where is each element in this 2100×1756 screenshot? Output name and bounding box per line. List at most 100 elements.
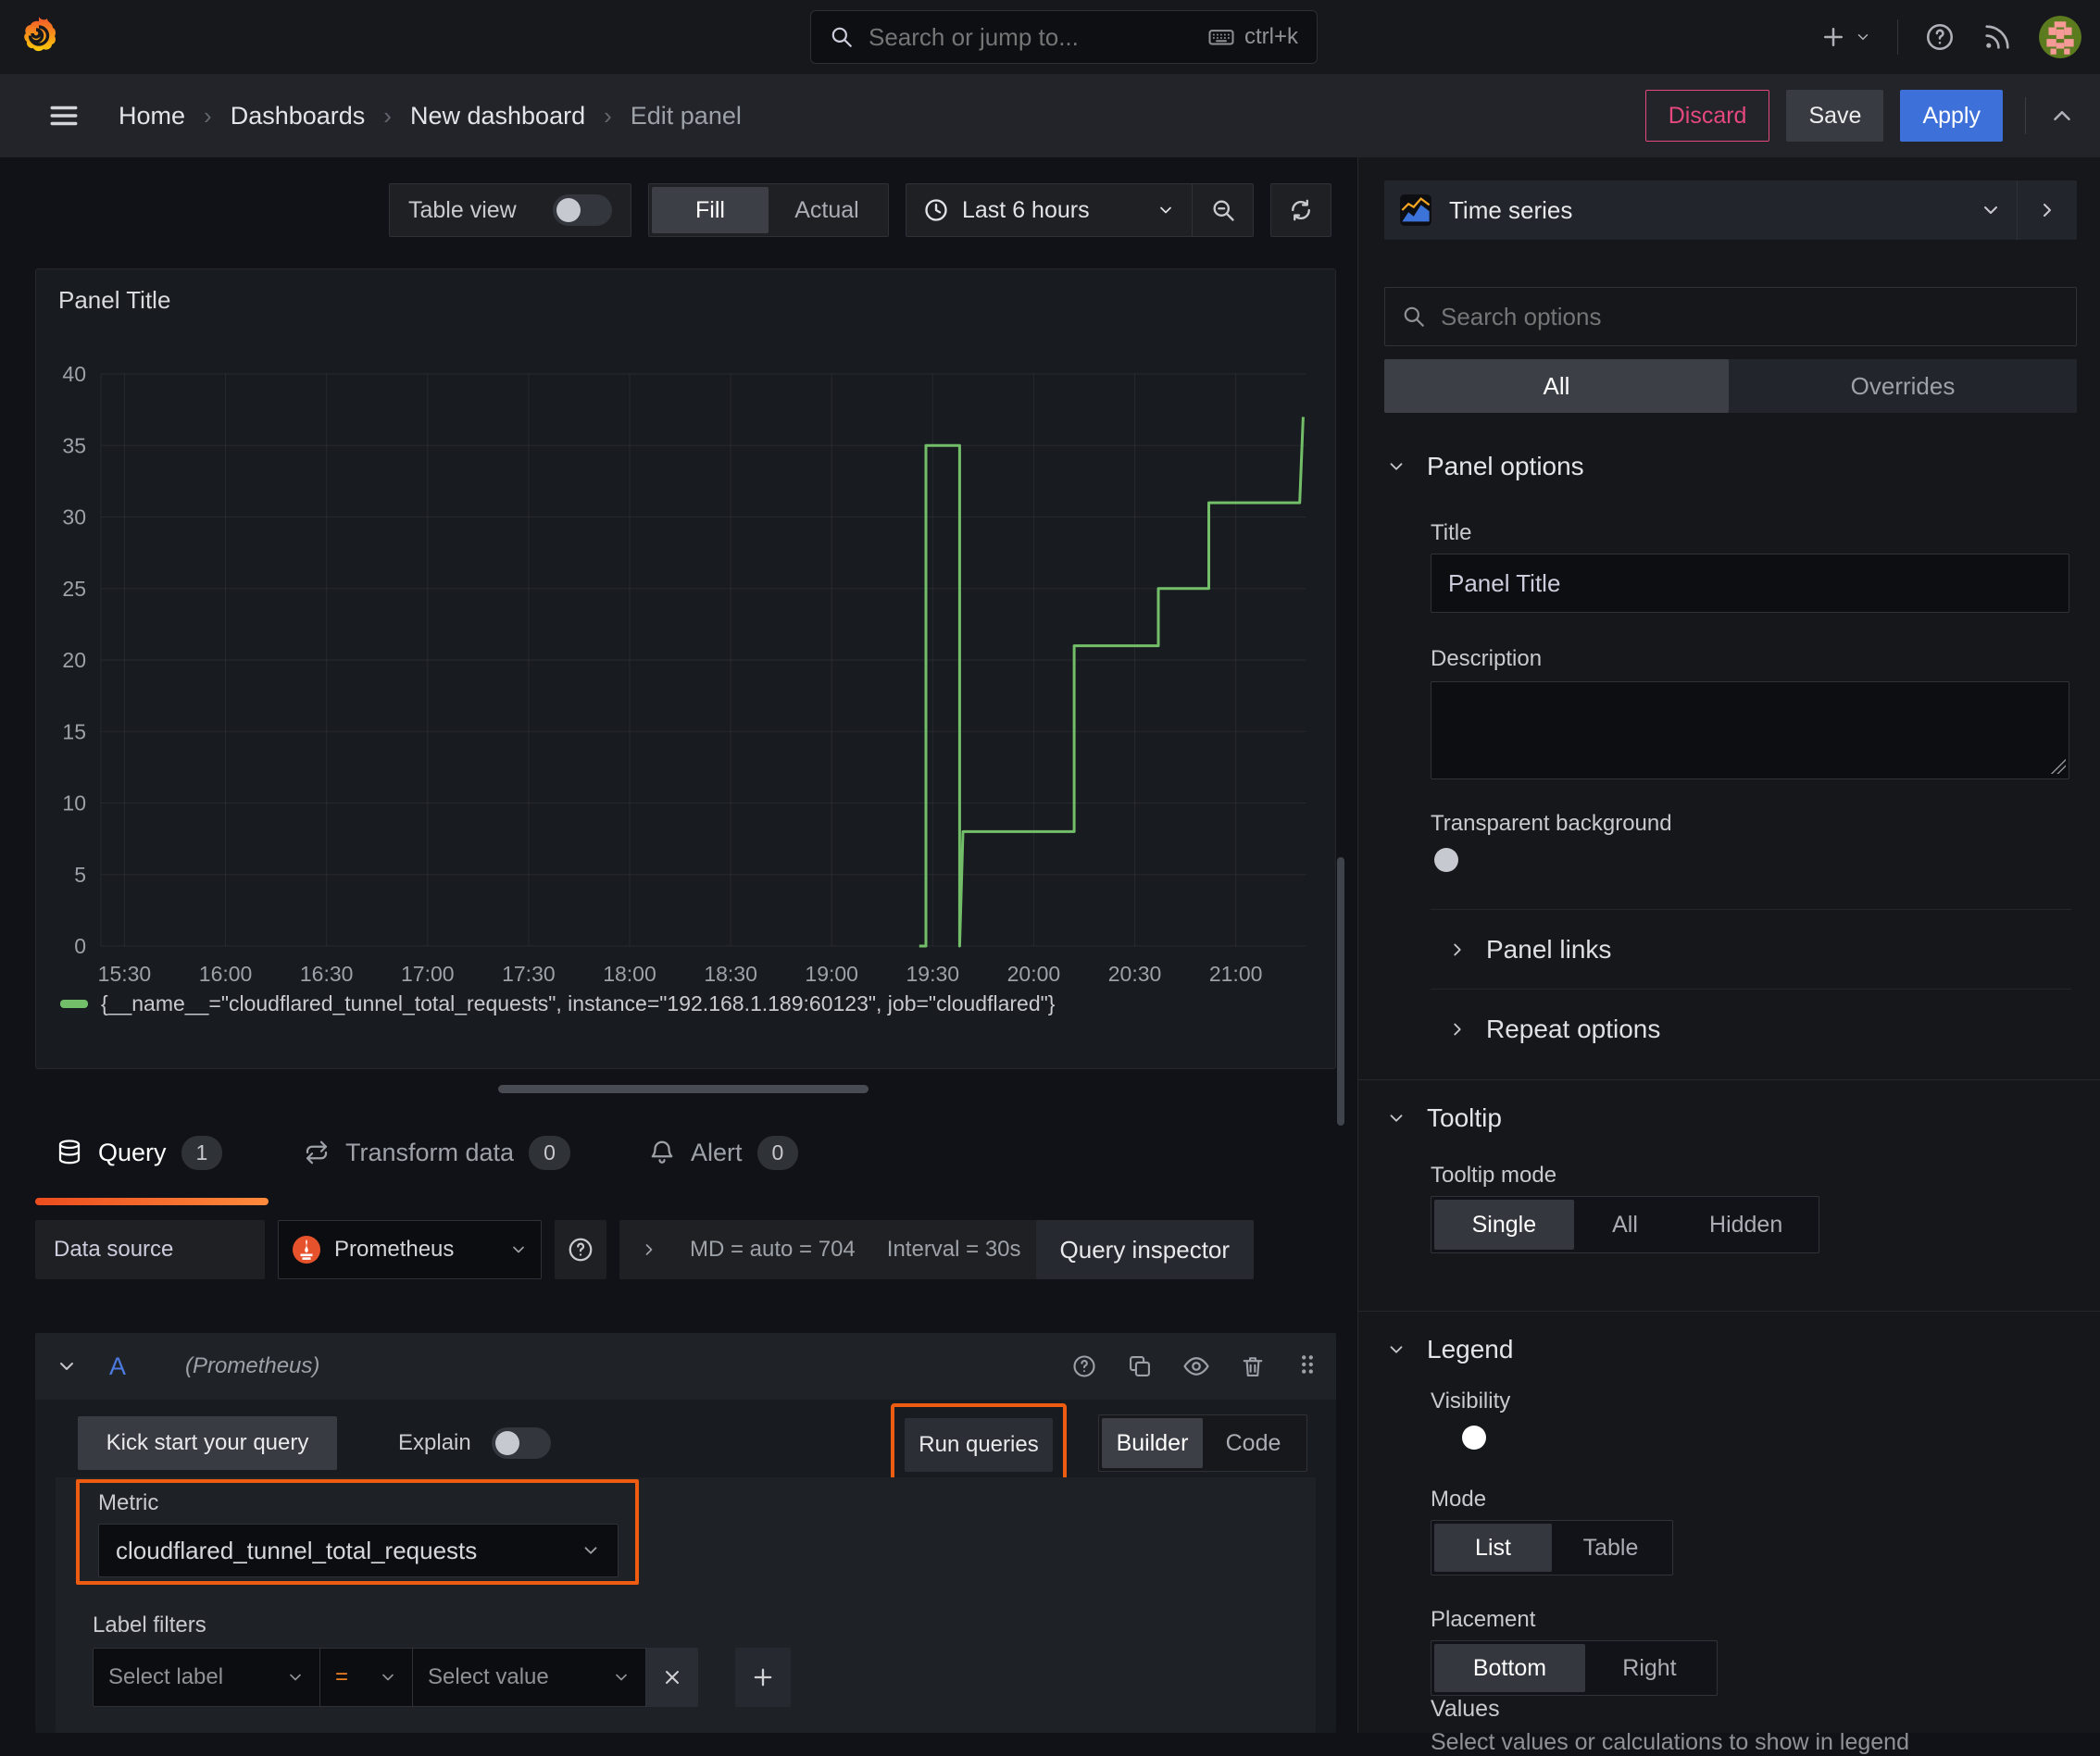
select-label-dropdown[interactable]: Select label — [93, 1648, 320, 1707]
explain-toggle[interactable] — [491, 1427, 551, 1459]
display-mode-switch: Fill Actual — [648, 183, 889, 237]
query-datasource-hint: (Prometheus) — [185, 1353, 320, 1378]
tab-query-count: 1 — [181, 1135, 223, 1170]
svg-text:10: 10 — [62, 791, 86, 816]
breadcrumb-new-dashboard[interactable]: New dashboard — [410, 102, 585, 131]
time-range-picker[interactable]: Last 6 hours — [906, 184, 1192, 236]
tooltip-single-option[interactable]: Single — [1434, 1200, 1574, 1250]
viz-suggestions-button[interactable] — [2018, 181, 2077, 240]
time-series-chart[interactable]: 0 5 10 15 20 25 30 35 40 15:30 16:00 16:30 17:00 17:3… — [36, 269, 1337, 1070]
actual-option[interactable]: Actual — [769, 187, 885, 233]
tooltip-section-header[interactable]: Tooltip — [1386, 1103, 1502, 1133]
svg-text:15: 15 — [62, 719, 86, 743]
metric-select[interactable]: cloudflared_tunnel_total_requests — [98, 1524, 619, 1577]
options-search[interactable] — [1384, 287, 2077, 346]
discard-button[interactable]: Discard — [1644, 90, 1770, 142]
news-rss-button[interactable] — [1981, 21, 2013, 53]
breadcrumb: Home › Dashboards › New dashboard › Edit… — [119, 102, 742, 131]
add-menu-button[interactable] — [1819, 23, 1871, 51]
data-source-help-button[interactable] — [555, 1220, 606, 1279]
top-nav-bar: ctrl+k — [0, 0, 2100, 74]
kick-start-query-button[interactable]: Kick start your query — [78, 1416, 337, 1470]
tab-query[interactable]: Query 1 — [56, 1120, 223, 1185]
legend-section-header[interactable]: Legend — [1386, 1335, 1513, 1364]
global-search[interactable]: ctrl+k — [810, 10, 1318, 64]
textarea-resize-handle[interactable] — [2051, 759, 2066, 774]
tab-transform-label: Transform data — [345, 1138, 515, 1166]
panel-options-section-header[interactable]: Panel options — [1386, 452, 1584, 481]
query-inspector-button[interactable]: Query inspector — [1035, 1220, 1255, 1279]
chevron-up-icon — [2054, 111, 2070, 120]
menu-toggle-icon[interactable] — [48, 100, 80, 131]
label-filters-label: Label filters — [93, 1613, 206, 1638]
builder-mode-option[interactable]: Builder — [1102, 1418, 1203, 1468]
query-options-summary[interactable]: MD = auto = 704 Interval = 30s — [619, 1220, 1095, 1279]
fill-option[interactable]: Fill — [652, 187, 769, 233]
tab-overrides[interactable]: Overrides — [1729, 359, 2077, 413]
label-filters-row: Select label = Select value — [93, 1648, 791, 1707]
run-queries-button[interactable]: Run queries — [905, 1418, 1053, 1472]
legend-values-label: Values — [1431, 1696, 1500, 1722]
breadcrumb-separator: › — [204, 101, 212, 130]
query-row-header[interactable]: A (Prometheus) — [35, 1333, 1336, 1400]
options-search-input[interactable] — [1441, 302, 2059, 331]
query-help-icon[interactable] — [1071, 1353, 1097, 1379]
operator-value: = — [335, 1664, 349, 1689]
divider — [1431, 989, 2071, 990]
svg-text:30: 30 — [62, 505, 86, 529]
hide-query-icon[interactable] — [1182, 1352, 1210, 1380]
delete-query-icon[interactable] — [1240, 1353, 1266, 1379]
tab-all-options[interactable]: All — [1384, 359, 1729, 413]
chevron-down-icon — [1390, 463, 1403, 470]
section-divider — [1358, 1311, 2100, 1312]
panel-title-input[interactable] — [1431, 554, 2069, 613]
svg-text:40: 40 — [62, 362, 86, 386]
add-filter-button[interactable] — [735, 1648, 791, 1707]
remove-filter-button[interactable] — [646, 1648, 698, 1707]
keyboard-icon — [1208, 30, 1234, 45]
tab-alert[interactable]: Alert 0 — [648, 1120, 799, 1185]
panel-links-section[interactable]: Panel links — [1447, 928, 1611, 972]
placement-right-option[interactable]: Right — [1585, 1644, 1714, 1692]
table-view-toggle[interactable] — [553, 194, 612, 226]
data-source-picker[interactable]: Prometheus — [278, 1220, 542, 1279]
apply-button[interactable]: Apply — [1900, 90, 2003, 142]
chevron-down-icon — [1390, 1346, 1403, 1353]
zoom-out-icon — [1213, 200, 1234, 221]
collapse-header-button[interactable] — [2048, 102, 2076, 130]
breadcrumb-edit-panel: Edit panel — [630, 101, 742, 130]
panel-description-input[interactable] — [1431, 681, 2069, 779]
tab-transform-data[interactable]: Transform data 0 — [303, 1120, 570, 1185]
chevron-down-icon — [513, 1246, 524, 1253]
breadcrumb-dashboards[interactable]: Dashboards — [231, 102, 366, 131]
svg-text:25: 25 — [62, 577, 86, 601]
help-button[interactable] — [1924, 21, 1956, 53]
save-button[interactable]: Save — [1786, 90, 1884, 142]
legend-mode-label: Mode — [1431, 1487, 1487, 1512]
legend-series-label[interactable]: {__name__="cloudflared_tunnel_total_requ… — [101, 991, 1055, 1016]
user-avatar[interactable] — [2039, 16, 2081, 58]
placement-bottom-option[interactable]: Bottom — [1434, 1644, 1585, 1692]
visualization-picker[interactable]: Time series — [1384, 181, 2018, 240]
explain-label: Explain — [398, 1430, 471, 1455]
scrollbar-thumb[interactable] — [1337, 857, 1344, 1126]
tooltip-all-option[interactable]: All — [1574, 1200, 1677, 1250]
select-value-dropdown[interactable]: Select value — [413, 1648, 646, 1707]
legend-list-option[interactable]: List — [1434, 1524, 1552, 1572]
repeat-options-section[interactable]: Repeat options — [1447, 1007, 1660, 1052]
code-mode-option[interactable]: Code — [1203, 1418, 1304, 1468]
legend-visibility-label: Visibility — [1431, 1389, 1511, 1414]
breadcrumb-home[interactable]: Home — [119, 102, 185, 131]
zoom-out-button[interactable] — [1192, 184, 1253, 236]
duplicate-query-icon[interactable] — [1127, 1353, 1153, 1379]
search-input[interactable] — [869, 22, 1193, 52]
editor-tabs: Query 1 Transform data 0 Alert 0 — [0, 1120, 1344, 1205]
operator-dropdown[interactable]: = — [320, 1648, 413, 1707]
svg-text:20:30: 20:30 — [1108, 962, 1162, 986]
grafana-logo-icon[interactable] — [17, 15, 61, 59]
drag-query-handle[interactable] — [1295, 1352, 1319, 1381]
refresh-button[interactable] — [1270, 183, 1331, 237]
legend-table-option[interactable]: Table — [1552, 1524, 1669, 1572]
tooltip-hidden-option[interactable]: Hidden — [1676, 1200, 1816, 1250]
pane-resize-handle[interactable] — [498, 1085, 869, 1093]
